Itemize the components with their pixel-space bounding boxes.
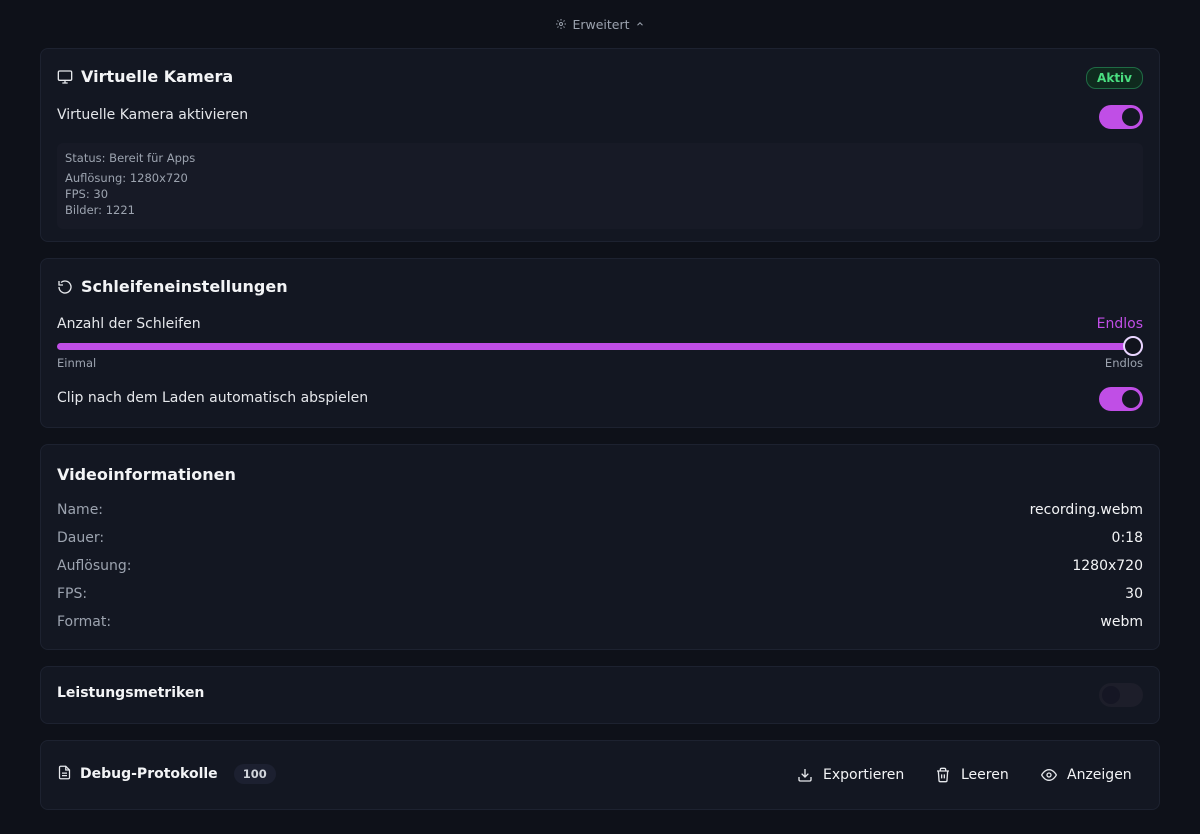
loop-settings-header: Schleifeneinstellungen <box>57 277 288 296</box>
autoplay-label: Clip nach dem Laden automatisch abspiele… <box>57 390 369 406</box>
autoplay-toggle[interactable] <box>1099 387 1143 411</box>
info-key: Dauer: <box>57 530 105 546</box>
export-label: Exportieren <box>823 767 905 783</box>
clear-label: Leeren <box>961 767 1009 783</box>
download-icon <box>797 767 813 783</box>
camera-fps-text: FPS: 30 <box>65 187 109 201</box>
info-value: recording.webm <box>1029 502 1143 518</box>
advanced-label: Erweitert <box>572 16 630 32</box>
info-value: 30 <box>1125 586 1143 602</box>
info-row-fps: FPS: 30 <box>57 586 1143 606</box>
refresh-icon <box>57 279 73 295</box>
clear-button[interactable]: Leeren <box>935 763 1009 787</box>
virtual-camera-enable-label: Virtuelle Kamera aktivieren <box>57 107 249 123</box>
debug-logs-title: Debug-Protokolle <box>80 766 218 782</box>
status-badge: Aktiv <box>1086 67 1143 89</box>
info-key: FPS: <box>57 586 88 602</box>
slider-min-label: Einmal <box>57 356 97 370</box>
camera-status-text: Status: Bereit für Apps <box>65 151 196 165</box>
monitor-icon <box>57 69 73 85</box>
eye-icon <box>1041 767 1057 783</box>
info-row-duration: Dauer: 0:18 <box>57 530 1143 550</box>
gear-icon <box>555 18 567 30</box>
info-value: webm <box>1100 614 1143 630</box>
info-key: Name: <box>57 502 104 518</box>
info-value: 0:18 <box>1111 530 1143 546</box>
trash-icon <box>935 767 951 783</box>
info-key: Format: <box>57 614 112 630</box>
info-value: 1280x720 <box>1072 558 1143 574</box>
camera-frames-text: Bilder: 1221 <box>65 203 135 217</box>
info-row-name: Name: recording.webm <box>57 502 1143 522</box>
toggle-knob <box>1122 108 1140 126</box>
video-info-header: Videoinformationen <box>57 465 236 484</box>
document-icon <box>57 765 72 784</box>
toggle-knob <box>1122 390 1140 408</box>
slider-max-label: Endlos <box>1104 356 1143 370</box>
debug-logs-card: Debug-Protokolle 100 Exportieren Leeren … <box>40 740 1160 810</box>
virtual-camera-toggle[interactable] <box>1099 105 1143 129</box>
virtual-camera-card: Virtuelle Kamera Aktiv Virtuelle Kamera … <box>40 48 1160 242</box>
loop-settings-card: Schleifeneinstellungen Anzahl der Schlei… <box>40 258 1160 428</box>
loop-slider-thumb[interactable] <box>1123 336 1143 356</box>
debug-count-badge: 100 <box>233 764 276 784</box>
toggle-knob <box>1102 686 1120 704</box>
advanced-toggle[interactable]: Erweitert <box>0 12 1200 36</box>
virtual-camera-header: Virtuelle Kamera <box>57 67 233 86</box>
export-button[interactable]: Exportieren <box>797 763 904 787</box>
performance-metrics-title: Leistungsmetriken <box>57 685 205 701</box>
show-label: Anzeigen <box>1067 767 1132 783</box>
camera-resolution-text: Auflösung: 1280x720 <box>65 171 188 185</box>
performance-metrics-toggle[interactable] <box>1099 683 1143 707</box>
debug-logs-header: Debug-Protokolle 100 <box>57 764 276 784</box>
performance-metrics-card: Leistungsmetriken <box>40 666 1160 724</box>
loop-count-value: Endlos <box>1096 316 1143 332</box>
loop-count-label: Anzahl der Schleifen <box>57 316 201 332</box>
loop-slider-track[interactable] <box>57 343 1143 350</box>
info-row-format: Format: webm <box>57 614 1143 634</box>
chevron-up-icon <box>635 19 645 29</box>
video-info-title: Videoinformationen <box>57 465 236 484</box>
camera-status-panel: Status: Bereit für Apps Auflösung: 1280x… <box>57 143 1143 229</box>
info-row-resolution: Auflösung: 1280x720 <box>57 558 1143 578</box>
video-info-card: Videoinformationen Name: recording.webm … <box>40 444 1160 650</box>
show-button[interactable]: Anzeigen <box>1041 763 1132 787</box>
info-key: Auflösung: <box>57 558 132 574</box>
loop-settings-title: Schleifeneinstellungen <box>81 277 288 296</box>
virtual-camera-title: Virtuelle Kamera <box>81 67 234 86</box>
